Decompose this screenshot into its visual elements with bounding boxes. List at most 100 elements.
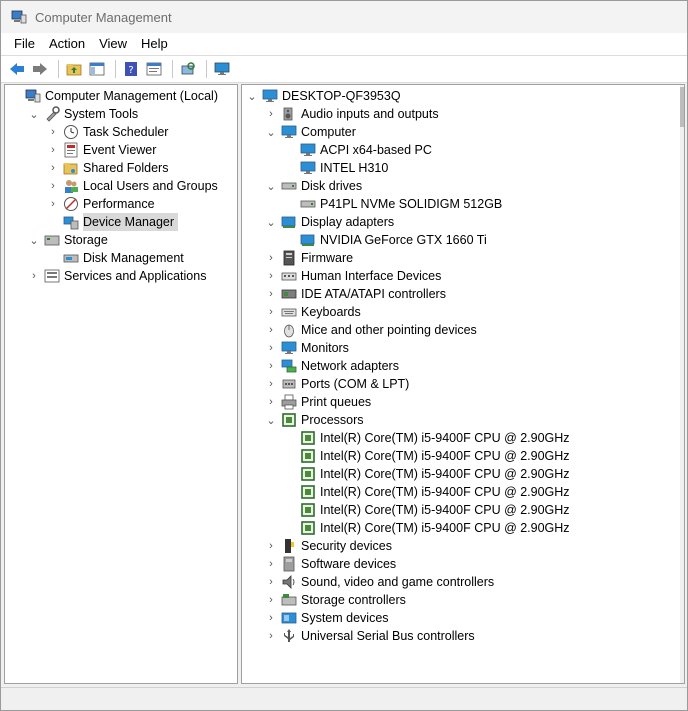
chevron-right-icon[interactable]: ›	[265, 609, 277, 627]
storage-controller-icon	[281, 592, 297, 608]
tree-node-label: Task Scheduler	[83, 125, 169, 139]
processor-icon	[300, 502, 316, 518]
chevron-right-icon[interactable]: ›	[265, 555, 277, 573]
tree-node[interactable]: Computer Management (Local)	[9, 87, 218, 105]
tree-node[interactable]: ⌄ Disk drives	[265, 177, 362, 195]
tree-node[interactable]: ⌄ System Tools	[28, 105, 138, 123]
tree-node[interactable]: › Keyboards	[265, 303, 361, 321]
help-icon[interactable]: ?	[121, 59, 141, 79]
chevron-right-icon[interactable]: ›	[265, 285, 277, 303]
tree-node[interactable]: ⌄ Processors	[265, 411, 363, 429]
chevron-right-icon[interactable]: ›	[265, 357, 277, 375]
tree-node-label: INTEL H310	[320, 161, 389, 175]
up-folder-icon[interactable]	[64, 59, 84, 79]
tree-node[interactable]: › Sound, video and game controllers	[265, 573, 494, 591]
chevron-right-icon[interactable]: ›	[265, 105, 277, 123]
device-tree-pane[interactable]: ⌄ DESKTOP-QF3953Q › Audio inputs and output…	[241, 84, 685, 684]
mouse-icon	[281, 322, 297, 338]
network-adapter-icon	[281, 358, 297, 374]
properties-icon[interactable]	[144, 59, 164, 79]
chevron-right-icon[interactable]: ›	[265, 375, 277, 393]
chevron-down-icon[interactable]: ⌄	[265, 123, 277, 141]
tree-node[interactable]: Disk Management	[47, 249, 184, 267]
menu-help[interactable]: Help	[134, 33, 175, 55]
tree-node[interactable]: › Services and Applications	[28, 267, 206, 285]
tree-node[interactable]: › Performance	[47, 195, 155, 213]
tree-node-label: NVIDIA GeForce GTX 1660 Ti	[320, 233, 487, 247]
tree-node-label: Intel(R) Core(TM) i5-9400F CPU @ 2.90GHz	[320, 521, 570, 535]
chevron-right-icon[interactable]: ›	[265, 303, 277, 321]
tree-node[interactable]: P41PL NVMe SOLIDIGM 512GB	[284, 195, 502, 213]
tree-node[interactable]: › System devices	[265, 609, 388, 627]
chevron-right-icon[interactable]: ›	[47, 123, 59, 141]
chevron-right-icon[interactable]: ›	[47, 195, 59, 213]
chevron-right-icon[interactable]: ›	[265, 537, 277, 555]
tree-node[interactable]: INTEL H310	[284, 159, 388, 177]
tree-node[interactable]: › Ports (COM & LPT)	[265, 375, 409, 393]
tree-node[interactable]: › Storage controllers	[265, 591, 406, 609]
tree-node[interactable]: ⌄ Storage	[28, 231, 107, 249]
menu-file[interactable]: File	[7, 33, 42, 55]
scan-hardware-icon[interactable]	[178, 59, 198, 79]
tree-node[interactable]: › Universal Serial Bus controllers	[265, 627, 475, 645]
tree-node[interactable]: › Shared Folders	[47, 159, 168, 177]
tree-node[interactable]: › Human Interface Devices	[265, 267, 441, 285]
tree-node[interactable]: › Task Scheduler	[47, 123, 168, 141]
menu-action[interactable]: Action	[42, 33, 92, 55]
title-bar[interactable]: Computer Management	[1, 1, 687, 33]
chevron-down-icon[interactable]: ⌄	[246, 87, 258, 105]
tree-node[interactable]: ⌄ Computer	[265, 123, 356, 141]
tree-node[interactable]: › Audio inputs and outputs	[265, 105, 438, 123]
tree-node[interactable]: › Local Users and Groups	[47, 177, 218, 195]
tree-node[interactable]: ⌄ DESKTOP-QF3953Q	[246, 87, 401, 105]
tree-node[interactable]: › Mice and other pointing devices	[265, 321, 477, 339]
tree-node[interactable]: › Print queues	[265, 393, 371, 411]
forward-arrow-icon[interactable]	[30, 59, 50, 79]
display-icon[interactable]	[212, 59, 232, 79]
tree-node[interactable]: ACPI x64-based PC	[284, 141, 432, 159]
tree-node[interactable]: Device Manager	[47, 213, 179, 231]
console-tree-pane[interactable]: Computer Management (Local) ⌄ System Tools…	[4, 84, 238, 684]
chevron-down-icon[interactable]: ⌄	[28, 231, 40, 249]
chevron-right-icon[interactable]: ›	[265, 249, 277, 267]
back-arrow-icon[interactable]	[7, 59, 27, 79]
chevron-down-icon[interactable]: ⌄	[265, 177, 277, 195]
tree-node[interactable]: NVIDIA GeForce GTX 1660 Ti	[284, 231, 487, 249]
chevron-right-icon[interactable]: ›	[265, 591, 277, 609]
tree-node[interactable]: › Firmware	[265, 249, 353, 267]
tree-node-label: Ports (COM & LPT)	[301, 377, 410, 391]
chevron-down-icon[interactable]: ⌄	[28, 105, 40, 123]
toolbar-separator	[115, 60, 116, 78]
tree-node[interactable]: Intel(R) Core(TM) i5-9400F CPU @ 2.90GHz	[284, 465, 570, 483]
tree-node[interactable]: › Software devices	[265, 555, 396, 573]
tree-node[interactable]: › IDE ATA/ATAPI controllers	[265, 285, 446, 303]
tree-node[interactable]: Intel(R) Core(TM) i5-9400F CPU @ 2.90GHz	[284, 501, 570, 519]
tree-node[interactable]: › Network adapters	[265, 357, 399, 375]
tree-node[interactable]: Intel(R) Core(TM) i5-9400F CPU @ 2.90GHz	[284, 483, 570, 501]
chevron-right-icon[interactable]: ›	[265, 573, 277, 591]
tree-node[interactable]: Intel(R) Core(TM) i5-9400F CPU @ 2.90GHz	[284, 519, 570, 537]
scrollbar-thumb[interactable]	[680, 87, 684, 127]
chevron-down-icon[interactable]: ⌄	[265, 213, 277, 231]
tree-node[interactable]: › Security devices	[265, 537, 392, 555]
tree-node[interactable]: Intel(R) Core(TM) i5-9400F CPU @ 2.90GHz	[284, 429, 570, 447]
chevron-right-icon[interactable]: ›	[28, 267, 40, 285]
chevron-right-icon[interactable]: ›	[265, 393, 277, 411]
vertical-scrollbar[interactable]	[680, 85, 684, 683]
chevron-right-icon[interactable]: ›	[265, 321, 277, 339]
tree-node[interactable]: ⌄ Display adapters	[265, 213, 394, 231]
chevron-right-icon[interactable]: ›	[47, 141, 59, 159]
show-hide-tree-icon[interactable]	[87, 59, 107, 79]
tree-node[interactable]: Intel(R) Core(TM) i5-9400F CPU @ 2.90GHz	[284, 447, 570, 465]
tree-node[interactable]: › Event Viewer	[47, 141, 156, 159]
chevron-right-icon[interactable]: ›	[265, 339, 277, 357]
chevron-right-icon[interactable]: ›	[47, 177, 59, 195]
tree-node[interactable]: › Monitors	[265, 339, 349, 357]
chevron-right-icon[interactable]: ›	[265, 267, 277, 285]
chevron-down-icon[interactable]: ⌄	[265, 411, 277, 429]
chevron-right-icon[interactable]: ›	[47, 159, 59, 177]
menu-view[interactable]: View	[92, 33, 134, 55]
tree-node-label: DESKTOP-QF3953Q	[282, 89, 401, 103]
chevron-right-icon[interactable]: ›	[265, 627, 277, 645]
